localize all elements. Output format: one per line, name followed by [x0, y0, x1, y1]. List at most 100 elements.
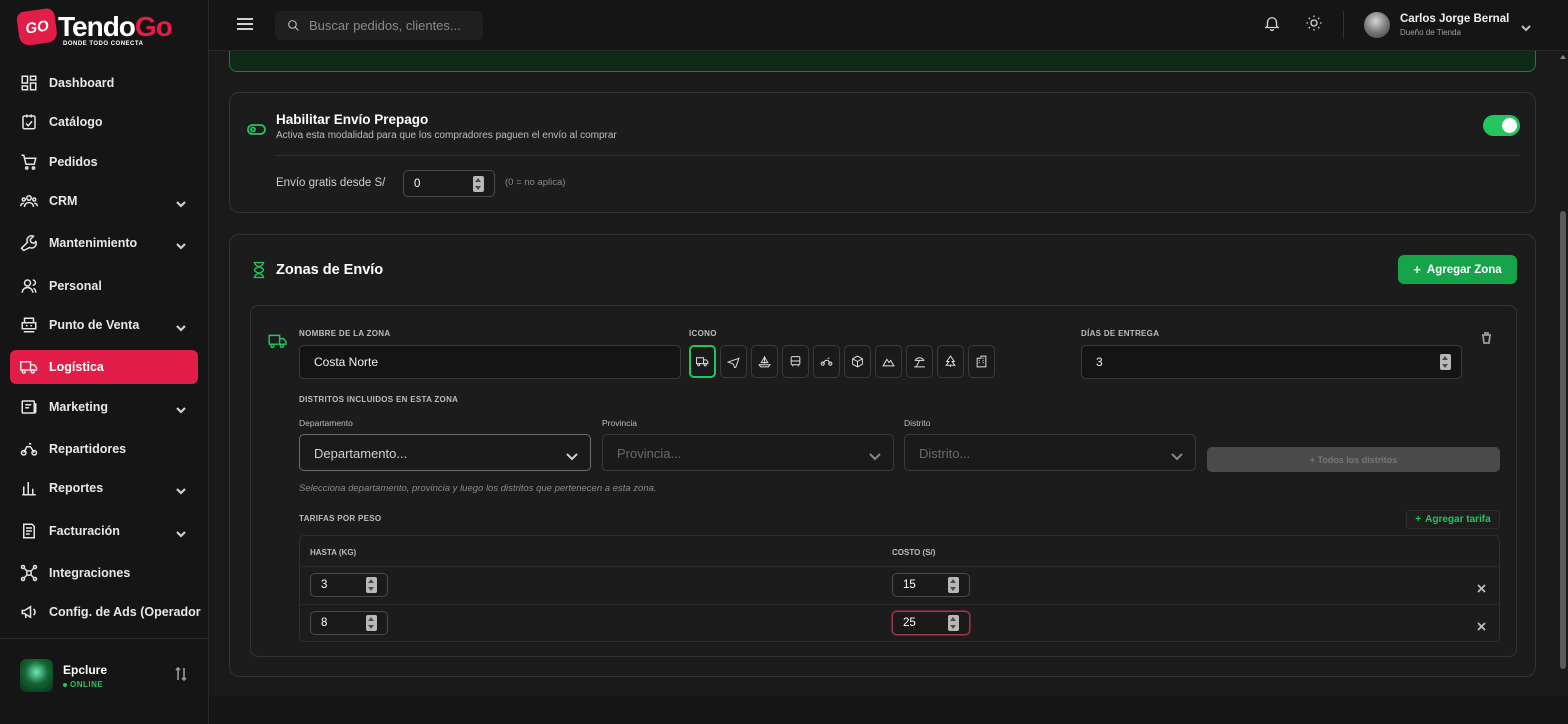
icon-option-bus[interactable]: [782, 345, 809, 378]
marketing-icon: [20, 398, 38, 416]
ship-icon: [758, 356, 771, 368]
icon-option-mountain[interactable]: [875, 345, 902, 378]
number-stepper[interactable]: [473, 175, 484, 192]
top-header: Carlos Jorge Bernal Dueño de Tienda: [209, 0, 1568, 51]
user-avatar[interactable]: [1364, 12, 1390, 38]
rate-cost-field-wrapper: [892, 611, 970, 635]
close-icon[interactable]: [1477, 618, 1487, 631]
icon-option-beach[interactable]: [906, 345, 933, 378]
chevron-down-icon: [176, 526, 186, 538]
sidebar-item-label: CRM: [49, 194, 78, 208]
icon-option-tree[interactable]: [937, 345, 964, 378]
chevron-down-icon: [176, 483, 186, 495]
hourglass-icon: [250, 261, 268, 279]
megaphone-icon: [20, 603, 38, 621]
store-switcher[interactable]: Epclure ONLINE: [0, 638, 209, 724]
sidebar-item-label: Facturación: [49, 524, 120, 538]
dashboard-icon: [20, 74, 38, 92]
user-name[interactable]: Carlos Jorge Bernal: [1400, 13, 1509, 25]
sun-icon[interactable]: [1305, 14, 1325, 34]
bell-icon[interactable]: [1263, 14, 1283, 34]
brand-name: TendoGo: [58, 11, 173, 42]
sidebar-item-label: Pedidos: [49, 155, 98, 169]
sidebar-item-facturacion[interactable]: Facturación: [10, 514, 198, 548]
tree-icon: [945, 355, 956, 367]
rate-kg-input[interactable]: [321, 612, 367, 634]
sidebar-item-label: Personal: [49, 279, 102, 293]
sidebar-item-mantenimiento[interactable]: Mantenimiento: [10, 226, 198, 260]
beach-icon: [914, 357, 925, 368]
search-bar[interactable]: [275, 11, 483, 40]
sidebar-item-reportes[interactable]: Reportes: [10, 471, 198, 505]
province-label: Provincia: [602, 418, 637, 428]
sidebar-item-crm[interactable]: CRM: [10, 184, 198, 218]
zones-title: Zonas de Envío: [276, 262, 384, 278]
column-header-cost: COSTO (S/): [892, 548, 936, 557]
swap-vertical-icon[interactable]: [175, 666, 187, 682]
sidebar-item-catalogo[interactable]: Catálogo: [10, 105, 198, 139]
free-shipping-label: Envío gratis desde S/: [276, 177, 386, 189]
sidebar-item-label: Integraciones: [49, 566, 131, 580]
prepaid-toggle[interactable]: [1483, 115, 1520, 136]
person-icon: [20, 277, 38, 295]
icon-option-ship[interactable]: [751, 345, 778, 378]
icon-option-box[interactable]: [844, 345, 871, 378]
add-zone-button[interactable]: + Agregar Zona: [1398, 255, 1517, 284]
rate-kg-input[interactable]: [321, 574, 367, 596]
all-districts-button[interactable]: + Todos los distritos: [1207, 447, 1500, 472]
number-stepper[interactable]: [1440, 354, 1451, 370]
toggle-icon: [247, 122, 266, 135]
rate-kg-field-wrapper: [310, 573, 388, 597]
number-stepper[interactable]: [948, 615, 959, 631]
scrollbar-thumb[interactable]: [1560, 211, 1566, 669]
rate-kg-field-wrapper: [310, 611, 388, 635]
sidebar-item-integraciones[interactable]: Integraciones: [10, 556, 198, 590]
trash-icon[interactable]: [1481, 331, 1493, 344]
sidebar-item-personal[interactable]: Personal: [10, 269, 198, 303]
main-scrollbar[interactable]: [1558, 51, 1568, 696]
sidebar-item-marketing[interactable]: Marketing: [10, 390, 198, 424]
department-select[interactable]: Departamento...: [299, 434, 591, 471]
close-icon[interactable]: [1477, 580, 1487, 593]
app-root: GO TendoGo DONDE TODO CONECTA Dashboard …: [0, 0, 1568, 724]
hamburger-menu-icon[interactable]: [236, 16, 254, 32]
sidebar-item-repartidores[interactable]: Repartidores: [10, 432, 198, 466]
number-stepper[interactable]: [948, 577, 959, 593]
zone-name-input[interactable]: [314, 346, 637, 378]
number-stepper[interactable]: [366, 615, 377, 631]
row-divider: [300, 566, 1499, 567]
scroll-up-arrow[interactable]: [1560, 55, 1566, 59]
sidebar-item-logistica[interactable]: Logística: [10, 350, 198, 384]
sidebar-item-punto-de-venta[interactable]: Punto de Venta: [10, 308, 198, 342]
sidebar-item-dashboard[interactable]: Dashboard: [10, 66, 198, 100]
rates-label: TARIFAS POR PESO: [299, 514, 382, 523]
sidebar-item-pedidos[interactable]: Pedidos: [10, 145, 198, 179]
districts-hint: Selecciona departamento, provincia y lue…: [299, 483, 657, 494]
rate-cost-input[interactable]: [903, 612, 949, 634]
number-stepper[interactable]: [366, 577, 377, 593]
rate-cost-input[interactable]: [903, 574, 949, 596]
brand-logo[interactable]: GO TendoGo DONDE TODO CONECTA: [15, 7, 188, 48]
icon-option-motorcycle[interactable]: [813, 345, 840, 378]
icon-option-building[interactable]: [968, 345, 995, 378]
district-select[interactable]: Distrito...: [904, 434, 1196, 471]
icon-option-plane[interactable]: [720, 345, 747, 378]
delivery-days-input[interactable]: [1096, 346, 1419, 378]
icon-option-truck[interactable]: [689, 345, 716, 378]
search-input[interactable]: [309, 18, 479, 33]
column-header-kg: HASTA (KG): [310, 548, 357, 557]
truck-icon: [20, 358, 38, 376]
free-shipping-input[interactable]: [414, 171, 468, 196]
plane-icon: [727, 357, 740, 368]
sidebar-item-label: Logística: [49, 360, 104, 374]
integrations-icon: [20, 564, 38, 582]
add-rate-button[interactable]: + Agregar tarifa: [1406, 510, 1500, 529]
sidebar-item-label: Dashboard: [49, 76, 115, 90]
chevron-down-icon: [176, 196, 186, 208]
sidebar-item-label: Repartidores: [49, 442, 127, 456]
zone-editor: NOMBRE DE LA ZONA ICONO D: [250, 305, 1517, 657]
sidebar-item-config-ads[interactable]: Config. de Ads (Operador: [10, 595, 201, 629]
province-select[interactable]: Provincia...: [602, 434, 894, 471]
chevron-down-icon[interactable]: [1521, 20, 1531, 32]
zone-icon-picker: [689, 345, 999, 378]
